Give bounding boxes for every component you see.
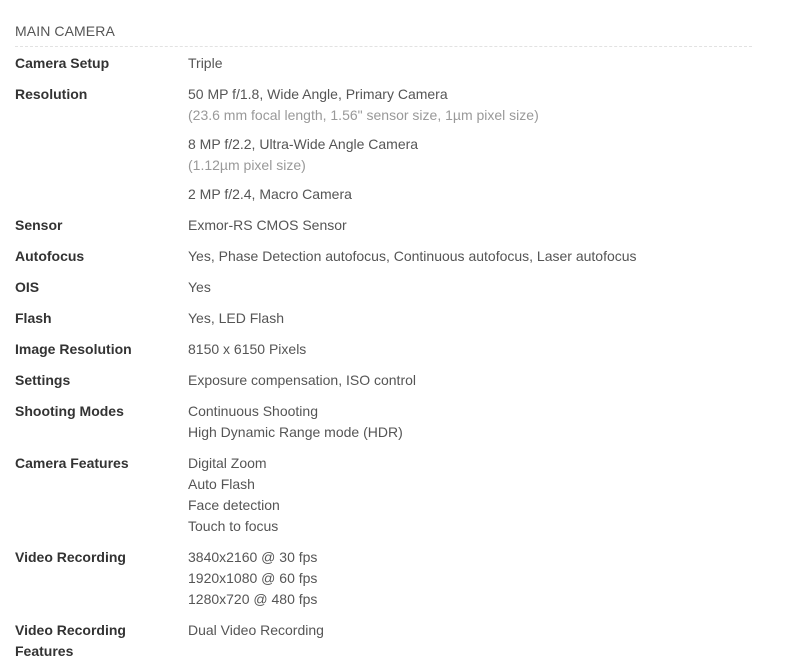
spec-value-group: Dual Video Recording — [188, 620, 752, 641]
spec-value-group: Yes — [188, 277, 752, 298]
spec-values: Digital Zoom Auto Flash Face detection Touc… — [188, 447, 752, 541]
spec-row: Camera Features Digital Zoom Auto Flash Fac… — [15, 447, 752, 541]
spec-label: Shooting Modes — [15, 403, 124, 419]
spec-value: Exmor-RS CMOS Sensor — [188, 217, 347, 233]
spec-value-group: Triple — [188, 53, 752, 74]
spec-label: Video Recording Features — [15, 622, 126, 659]
spec-row: Video Recording 3840x2160 @ 30 fps 1920x10… — [15, 541, 752, 614]
spec-values: Triple — [188, 47, 752, 78]
spec-label: Image Resolution — [15, 341, 132, 357]
spec-value: Continuous Shooting — [188, 403, 318, 419]
spec-value: Auto Flash — [188, 476, 255, 492]
spec-values: 8150 x 6150 Pixels — [188, 333, 752, 364]
spec-value: Yes, LED Flash — [188, 310, 284, 326]
spec-values: Exmor-RS CMOS Sensor — [188, 209, 752, 240]
spec-value-group: 50 MP f/1.8, Wide Angle, Primary Camera (… — [188, 84, 752, 126]
main-camera-spec-section: MAIN CAMERA Camera Setup Triple Resolution… — [15, 0, 752, 666]
spec-label: Video Recording — [15, 549, 126, 565]
spec-values: 50 MP f/1.8, Wide Angle, Primary Camera (… — [188, 78, 752, 209]
section-title: MAIN CAMERA — [15, 22, 752, 47]
spec-value-group: 3840x2160 @ 30 fps 1920x1080 @ 60 fps 1280… — [188, 547, 752, 610]
spec-value: 3840x2160 @ 30 fps — [188, 549, 318, 565]
spec-value: High Dynamic Range mode (HDR) — [188, 424, 403, 440]
spec-value: 50 MP f/1.8, Wide Angle, Primary Camera — [188, 86, 448, 102]
spec-label: OIS — [15, 279, 40, 295]
spec-value: 1920x1080 @ 60 fps — [188, 570, 318, 586]
spec-value: 2 MP f/2.4, Macro Camera — [188, 186, 352, 202]
spec-value: Touch to focus — [188, 518, 279, 534]
spec-value-group: 8 MP f/2.2, Ultra-Wide Angle Camera (1.12… — [188, 134, 752, 176]
spec-label: Sensor — [15, 217, 63, 233]
spec-label: Camera Setup — [15, 55, 110, 71]
spec-values: Yes, Phase Detection autofocus, Continuo… — [188, 240, 752, 271]
spec-row: Image Resolution 8150 x 6150 Pixels — [15, 333, 752, 364]
spec-value: 1280x720 @ 480 fps — [188, 591, 318, 607]
spec-row: Settings Exposure compensation, ISO contr… — [15, 364, 752, 395]
spec-value: Face detection — [188, 497, 280, 513]
spec-values: Continuous Shooting High Dynamic Range mo… — [188, 395, 752, 447]
spec-value: Yes — [188, 279, 211, 295]
spec-row: Flash Yes, LED Flash — [15, 302, 752, 333]
spec-value: 8 MP f/2.2, Ultra-Wide Angle Camera — [188, 136, 419, 152]
spec-value: Exposure compensation, ISO control — [188, 372, 417, 388]
spec-label: Flash — [15, 310, 52, 326]
spec-value-group: Yes, LED Flash — [188, 308, 752, 329]
spec-value: Digital Zoom — [188, 455, 267, 471]
spec-values: 3840x2160 @ 30 fps 1920x1080 @ 60 fps 1280… — [188, 541, 752, 614]
spec-values: Yes, LED Flash — [188, 302, 752, 333]
spec-row: Resolution 50 MP f/1.8, Wide Angle, Prima… — [15, 78, 752, 209]
spec-label: Resolution — [15, 86, 88, 102]
spec-values: Dual Video Recording — [188, 614, 752, 666]
spec-rows: Camera Setup Triple Resolution 50 MP f/1.8,… — [15, 47, 752, 666]
spec-value: Dual Video Recording — [188, 622, 324, 638]
spec-value-group: Exmor-RS CMOS Sensor — [188, 215, 752, 236]
spec-value: Yes, Phase Detection autofocus, Continuo… — [188, 248, 637, 264]
spec-value-group: 2 MP f/2.4, Macro Camera — [188, 184, 752, 205]
spec-value-group: Continuous Shooting High Dynamic Range mo… — [188, 401, 752, 443]
spec-row: Autofocus Yes, Phase Detection autofocus,… — [15, 240, 752, 271]
spec-value: 8150 x 6150 Pixels — [188, 341, 307, 357]
spec-values: Exposure compensation, ISO control — [188, 364, 752, 395]
spec-row: Shooting Modes Continuous Shooting High Dy… — [15, 395, 752, 447]
spec-value-group: Digital Zoom Auto Flash Face detection Touc… — [188, 453, 752, 537]
spec-value: Triple — [188, 55, 223, 71]
spec-label: Settings — [15, 372, 71, 388]
spec-row: Video Recording Features Dual Video Recor… — [15, 614, 752, 666]
spec-row: Sensor Exmor-RS CMOS Sensor — [15, 209, 752, 240]
spec-values: Yes — [188, 271, 752, 302]
spec-row: OIS Yes — [15, 271, 752, 302]
spec-row: Camera Setup Triple — [15, 47, 752, 78]
spec-label: Camera Features — [15, 455, 129, 471]
spec-value-group: 8150 x 6150 Pixels — [188, 339, 752, 360]
spec-value-group: Exposure compensation, ISO control — [188, 370, 752, 391]
spec-value-note: (23.6 mm focal length, 1.56" sensor size… — [188, 107, 539, 123]
spec-label: Autofocus — [15, 248, 85, 264]
spec-value-group: Yes, Phase Detection autofocus, Continuo… — [188, 246, 752, 267]
spec-value-note: (1.12µm pixel size) — [188, 157, 306, 173]
